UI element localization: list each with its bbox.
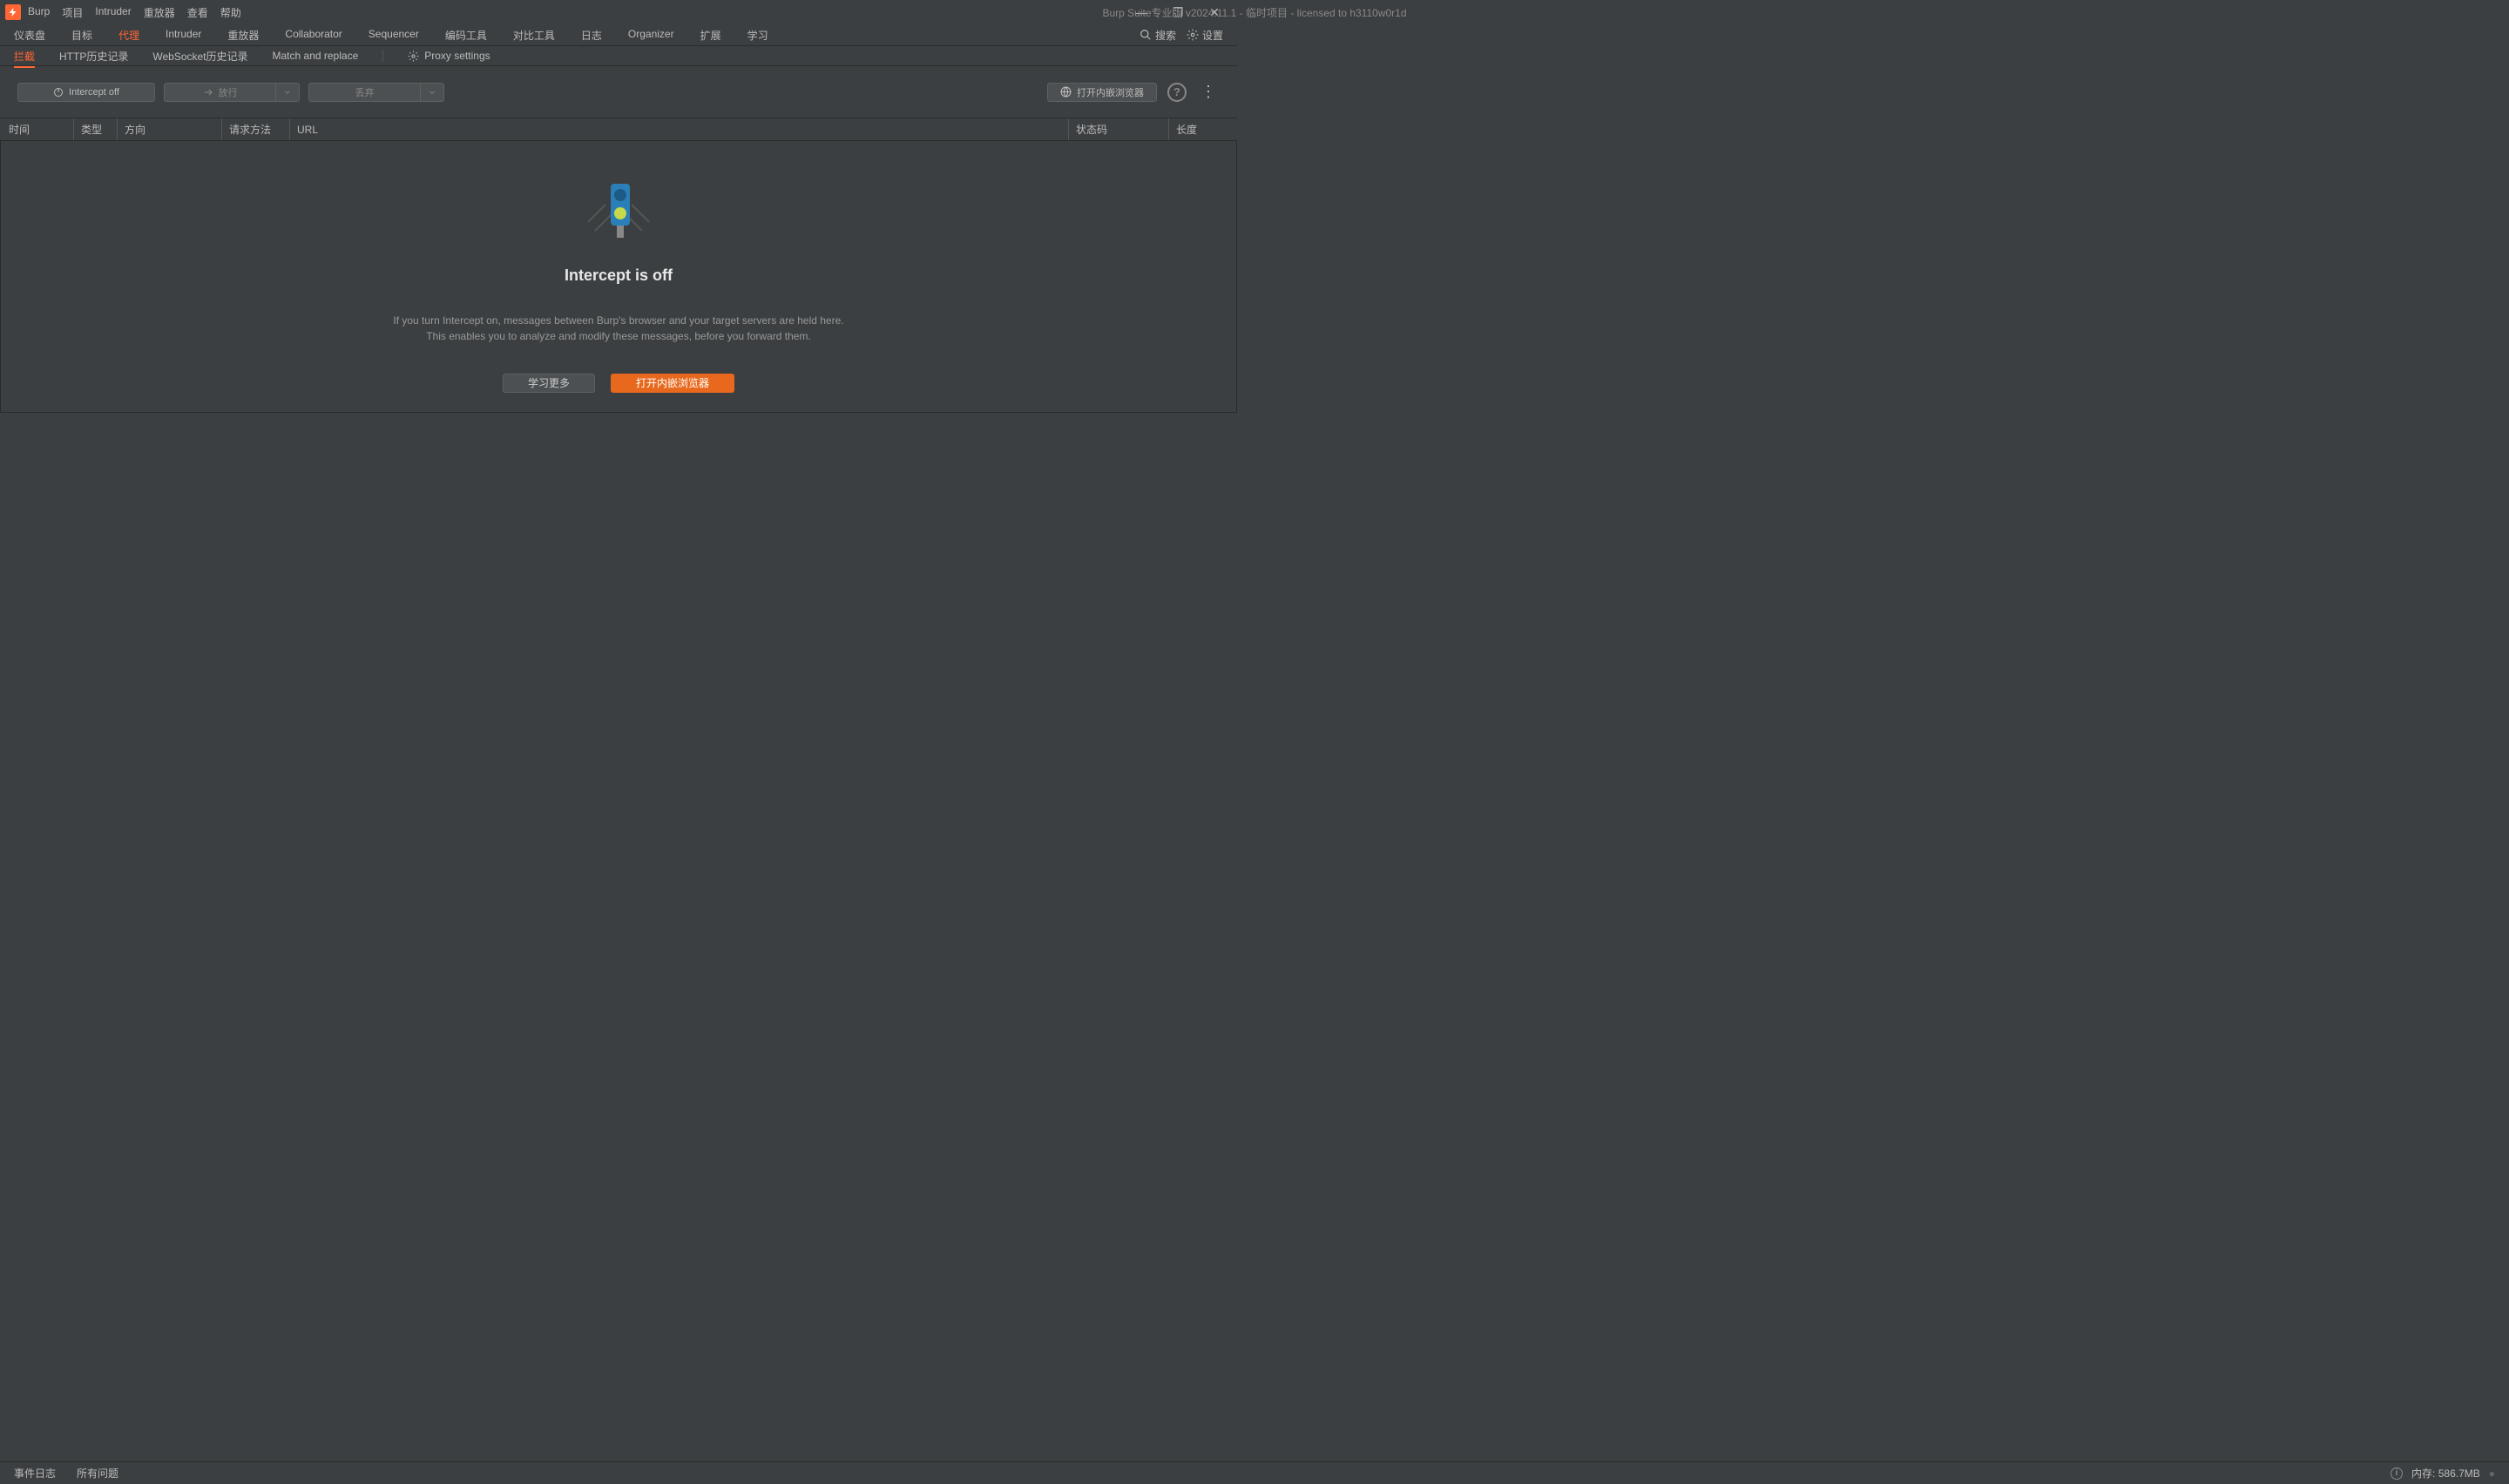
content-area: Intercept is off If you turn Intercept o… (0, 141, 1237, 413)
settings-label: 设置 (1202, 28, 1223, 43)
intercept-label: Intercept off (69, 87, 119, 98)
drop-label: 丢弃 (355, 85, 375, 99)
subtab-websocket-history[interactable]: WebSocket历史记录 (152, 46, 247, 66)
search-label: 搜索 (1155, 28, 1176, 43)
search-button[interactable]: 搜索 (1140, 28, 1176, 43)
tab-proxy[interactable]: 代理 (118, 24, 139, 46)
content-title: Intercept is off (565, 266, 673, 285)
tab-sequencer[interactable]: Sequencer (369, 24, 419, 46)
th-length[interactable]: 长度 (1169, 118, 1237, 140)
help-button[interactable]: ? (1167, 83, 1187, 102)
drop-dropdown-button[interactable] (420, 83, 444, 102)
status-dot: ● (2489, 1467, 2495, 1480)
subtab-match-replace[interactable]: Match and replace (273, 47, 359, 64)
th-direction[interactable]: 方向 (118, 118, 222, 140)
tab-extensions[interactable]: 扩展 (700, 24, 721, 46)
toolbar-right: 打开内嵌浏览器 ? ⋮ (1047, 83, 1220, 102)
table-header: 时间 类型 方向 请求方法 URL 状态码 长度 (0, 118, 1237, 141)
tab-intruder[interactable]: Intruder (166, 24, 201, 46)
drop-button[interactable]: 丢弃 (308, 83, 420, 102)
chevron-down-icon (428, 88, 436, 97)
statusbar: 事件日志 所有问题 i 内存: 586.7MB ● (0, 1461, 2509, 1484)
more-button[interactable]: ⋮ (1197, 83, 1220, 101)
tab-target[interactable]: 目标 (71, 24, 92, 46)
desc-line-1: If you turn Intercept on, messages betwe… (393, 313, 843, 328)
main-tabs: 仪表盘 目标 代理 Intruder 重放器 Collaborator Sequ… (14, 24, 768, 46)
tab-decoder[interactable]: 编码工具 (445, 24, 487, 46)
open-browser-label: 打开内嵌浏览器 (1077, 85, 1144, 99)
tab-logger[interactable]: 日志 (581, 24, 602, 46)
toolbar: Intercept off 放行 丢弃 打开内嵌浏览器 ? ⋮ (0, 66, 1237, 118)
menu-repeater[interactable]: 重放器 (144, 5, 175, 20)
subtab-http-history[interactable]: HTTP历史记录 (59, 46, 128, 66)
app-icon (5, 4, 21, 20)
chevron-down-icon (283, 88, 292, 97)
th-url[interactable]: URL (290, 118, 1069, 140)
tab-organizer[interactable]: Organizer (628, 24, 674, 46)
event-log-button[interactable]: 事件日志 (14, 1466, 56, 1481)
th-method[interactable]: 请求方法 (222, 118, 290, 140)
info-icon[interactable]: i (2391, 1467, 2403, 1480)
intercept-toggle-button[interactable]: Intercept off (17, 83, 155, 102)
content-buttons: 学习更多 打开内嵌浏览器 (503, 374, 734, 393)
subtab-intercept[interactable]: 拦截 (14, 46, 35, 68)
open-browser-main-button[interactable]: 打开内嵌浏览器 (611, 374, 734, 393)
menu-view[interactable]: 查看 (187, 5, 208, 20)
forward-button[interactable]: 放行 (164, 83, 275, 102)
content-description: If you turn Intercept on, messages betwe… (393, 313, 843, 344)
menu-help[interactable]: 帮助 (220, 5, 241, 20)
search-icon (1140, 29, 1152, 41)
menu-project[interactable]: 项目 (62, 5, 83, 20)
divider (382, 50, 383, 62)
power-icon (53, 87, 64, 98)
gear-icon (408, 51, 419, 62)
tab-comparer[interactable]: 对比工具 (513, 24, 555, 46)
learn-more-button[interactable]: 学习更多 (503, 374, 595, 393)
all-issues-button[interactable]: 所有问题 (77, 1466, 118, 1481)
menu-burp[interactable]: Burp (28, 5, 50, 20)
globe-icon (1060, 86, 1072, 98)
tab-learn[interactable]: 学习 (747, 24, 768, 46)
tab-repeater[interactable]: 重放器 (227, 24, 259, 46)
desc-line-2: This enables you to analyze and modify t… (393, 328, 843, 344)
status-right: i 内存: 586.7MB ● (2391, 1466, 2495, 1481)
right-tools: 搜索 设置 (1140, 28, 1223, 43)
settings-button[interactable]: 设置 (1187, 28, 1223, 43)
gear-icon (1187, 29, 1199, 41)
tab-collaborator[interactable]: Collaborator (285, 24, 342, 46)
subtab-proxy-settings[interactable]: Proxy settings (408, 47, 490, 64)
forward-label: 放行 (219, 85, 238, 99)
th-status[interactable]: 状态码 (1069, 118, 1169, 140)
window-title: Burp Suite专业版 v2024.11.1 - 临时项目 - licens… (1102, 5, 1406, 20)
proxy-settings-label: Proxy settings (424, 50, 490, 62)
menu-bar: Burp 项目 Intruder 重放器 查看 帮助 (28, 5, 241, 20)
open-browser-button[interactable]: 打开内嵌浏览器 (1047, 83, 1157, 102)
main-tabs-bar: 仪表盘 目标 代理 Intruder 重放器 Collaborator Sequ… (0, 24, 1237, 46)
tab-dashboard[interactable]: 仪表盘 (14, 24, 45, 46)
sub-tabs-bar: 拦截 HTTP历史记录 WebSocket历史记录 Match and repl… (0, 46, 1237, 66)
memory-label: 内存: 586.7MB (2411, 1466, 2480, 1481)
th-type[interactable]: 类型 (74, 118, 118, 140)
forward-group: 放行 (164, 83, 300, 102)
traffic-light-icon (579, 179, 658, 242)
drop-group: 丢弃 (308, 83, 444, 102)
arrow-right-icon (203, 87, 213, 98)
titlebar: Burp 项目 Intruder 重放器 查看 帮助 Burp Suite专业版… (0, 0, 1237, 24)
menu-intruder[interactable]: Intruder (95, 5, 131, 20)
forward-dropdown-button[interactable] (275, 83, 300, 102)
th-time[interactable]: 时间 (0, 118, 74, 140)
